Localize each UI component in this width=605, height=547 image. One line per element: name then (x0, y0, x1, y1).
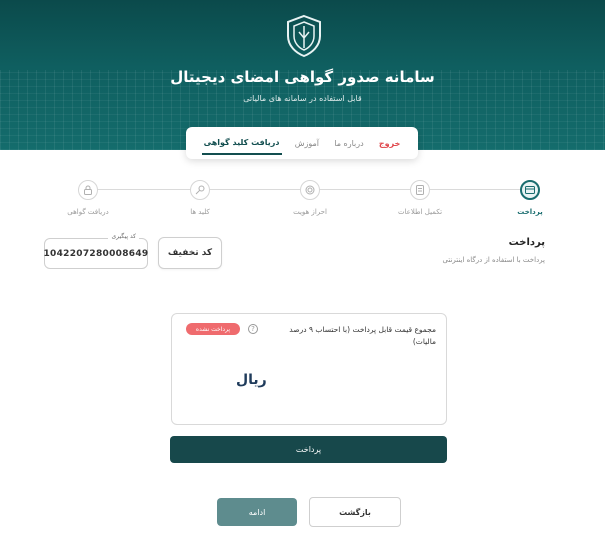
page-title: سامانه صدور گواهی امضای دیجیتال (170, 68, 435, 86)
shield-logo-icon (287, 14, 321, 58)
tracking-code-value: 1042207280008649 (43, 248, 149, 259)
step-label: کلید ها (190, 208, 210, 216)
page-subtitle: قابل استفاده در سامانه های مالیاتی (243, 94, 362, 103)
tab-about[interactable]: درباره ما (332, 133, 365, 154)
step-complete-info: تکمیل اطلاعات (390, 180, 450, 216)
payment-section-title: پرداخت (508, 237, 545, 248)
payment-section-description: پرداخت با استفاده از درگاه اینترنتی (442, 256, 546, 264)
step-payment: پرداخت (500, 180, 560, 216)
progress-stepper: پرداخت تکمیل اطلاعات احراز هویت کلید ها … (60, 180, 550, 220)
tab-get-key[interactable]: دریافت کلید گواهی (201, 132, 282, 155)
step-label: دریافت گواهی (67, 208, 109, 216)
price-card: مجموع قیمت قابل پرداخت (با احتساب ۹ درصد… (171, 313, 447, 425)
key-icon (190, 180, 210, 200)
total-price-label: مجموع قیمت قابل پرداخت (با احتساب ۹ درصد… (289, 325, 436, 346)
tracking-code-field: کد پیگیری 1042207280008649 (43, 233, 149, 269)
step-label: پرداخت (517, 208, 543, 216)
back-button[interactable]: بازگشت (309, 497, 401, 527)
tab-tutorial[interactable]: آموزش (293, 133, 321, 154)
document-icon (410, 180, 430, 200)
pay-button[interactable]: پرداخت (170, 436, 447, 463)
price-value: ریال (236, 372, 267, 388)
fingerprint-icon (300, 180, 320, 200)
lock-icon (78, 180, 98, 200)
discount-code-button[interactable]: کد تخفیف (158, 237, 222, 269)
card-icon (520, 180, 540, 200)
top-nav: دریافت کلید گواهی آموزش درباره ما خروج (186, 127, 418, 159)
step-label: تکمیل اطلاعات (397, 208, 443, 216)
step-keys: کلید ها (170, 180, 230, 216)
tracking-code-label: کد پیگیری (108, 233, 139, 240)
step-get-certificate: دریافت گواهی (58, 180, 118, 216)
tab-exit[interactable]: خروج (377, 133, 402, 154)
info-icon[interactable]: ? (248, 324, 258, 334)
continue-button[interactable]: ادامه (217, 498, 297, 526)
step-label: احراز هویت (293, 208, 327, 216)
payment-status-badge: پرداخت نشده (186, 323, 240, 335)
step-identity: احراز هویت (280, 180, 340, 216)
